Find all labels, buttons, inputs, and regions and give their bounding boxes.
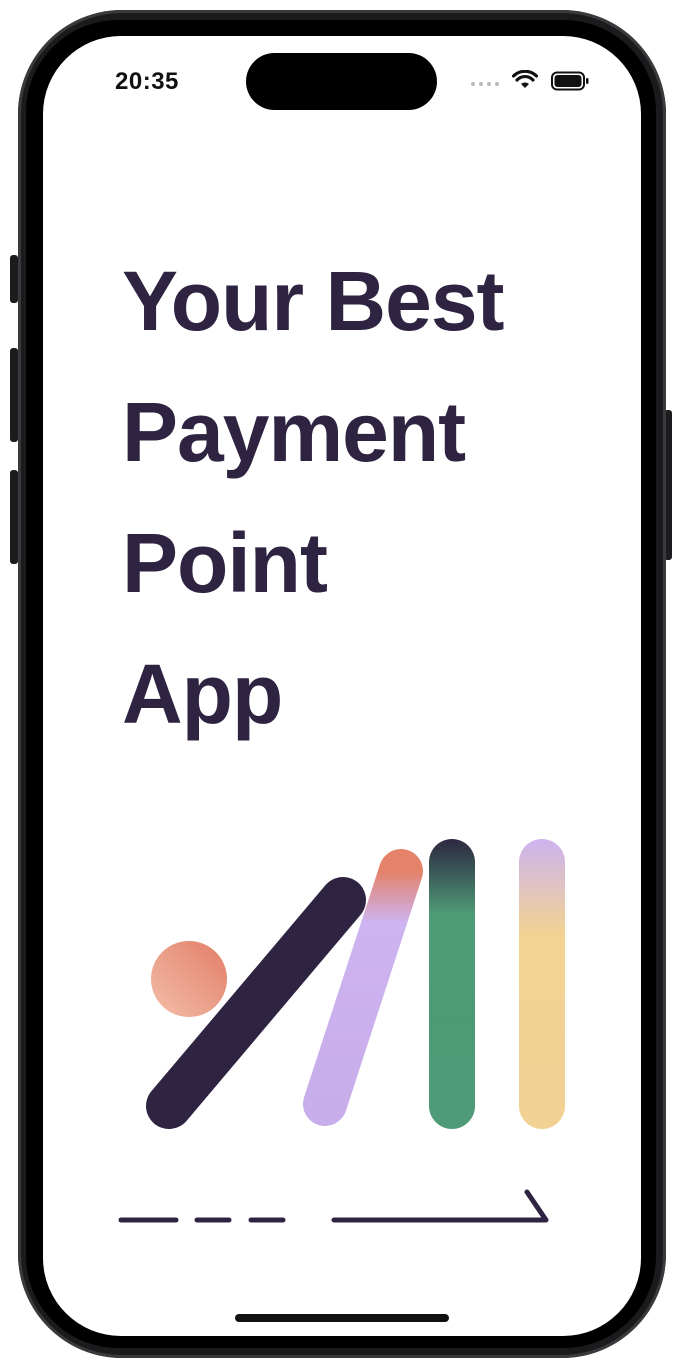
volume-down-button bbox=[10, 470, 18, 564]
mute-switch bbox=[10, 255, 18, 303]
app-screen: 20:35 DEBUG Your Best Payment Point App bbox=[43, 36, 641, 1336]
page-indicator[interactable] bbox=[43, 36, 641, 1336]
home-indicator[interactable] bbox=[235, 1314, 449, 1322]
next-arrow-icon bbox=[331, 1189, 549, 1223]
volume-up-button bbox=[10, 348, 18, 442]
